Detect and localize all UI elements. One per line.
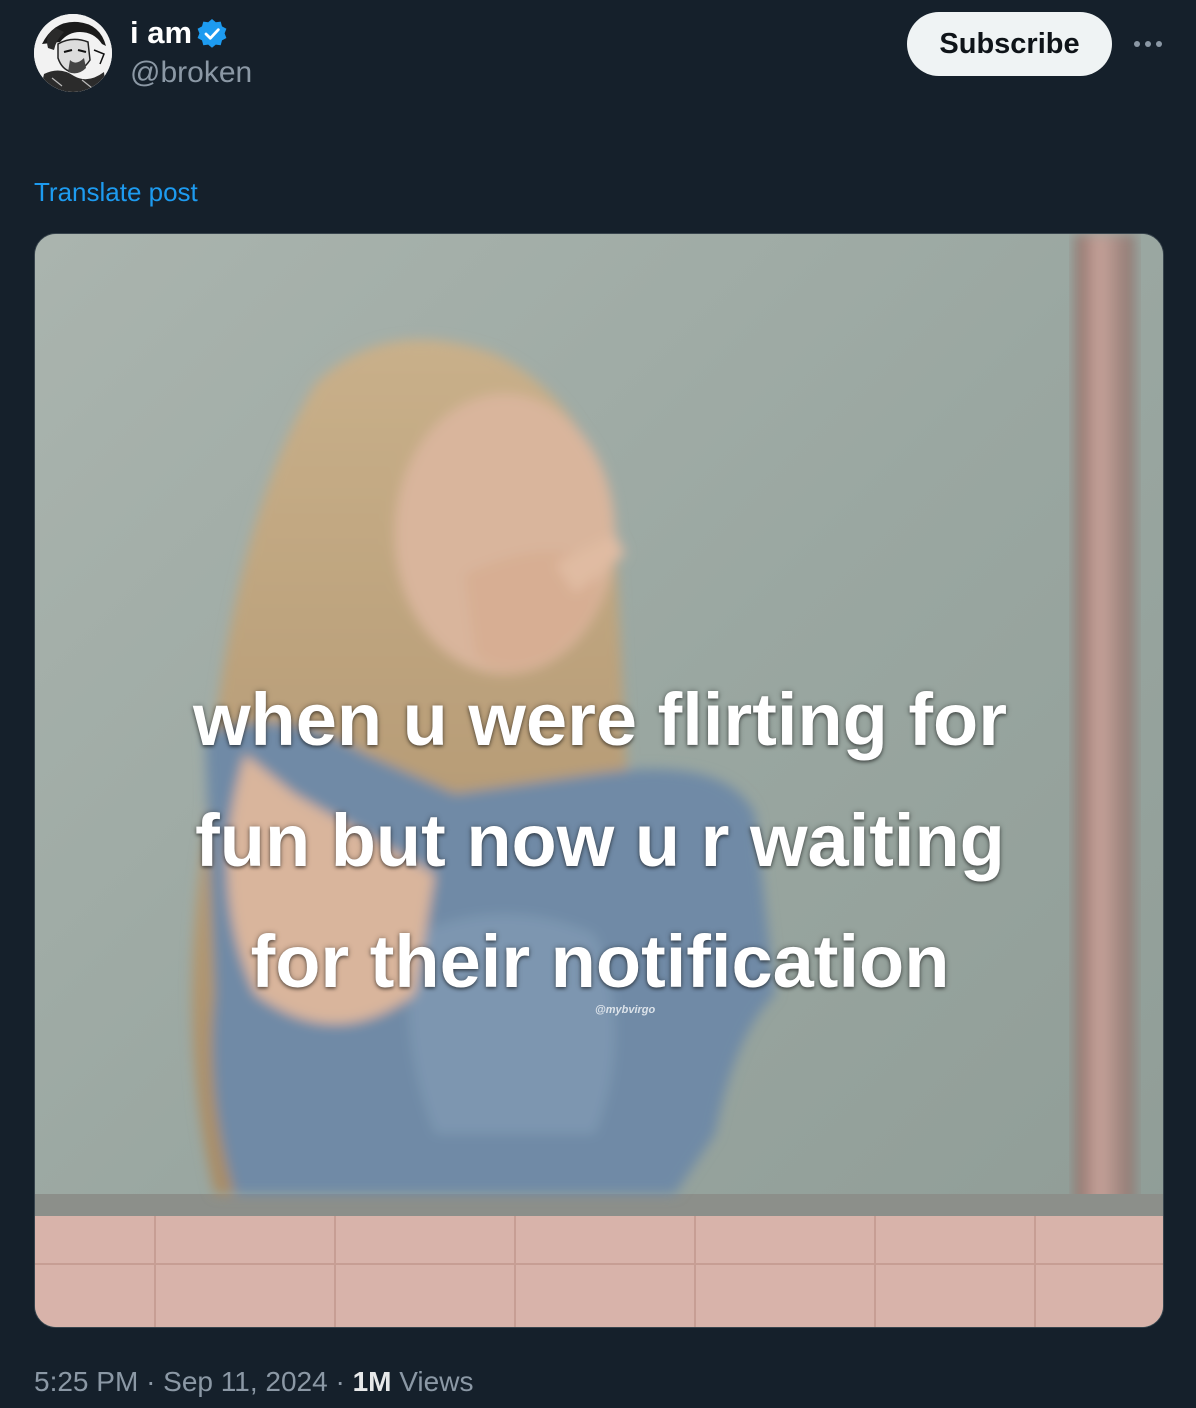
views-label[interactable]: Views xyxy=(399,1366,473,1397)
post-meta: 5:25 PM · Sep 11, 2024 · 1M Views xyxy=(34,1365,473,1399)
meta-separator: · xyxy=(146,1366,156,1397)
image-watermark: @mybvirgo xyxy=(595,1004,656,1016)
tweet-detail: i am @broken Subscribe Translate post wh… xyxy=(0,0,1196,1408)
meme-caption: when u were flirting for fun but now u r… xyxy=(35,659,1163,1022)
views-count[interactable]: 1M xyxy=(353,1366,392,1397)
post-time[interactable]: 5:25 PM xyxy=(34,1366,138,1397)
meta-separator: · xyxy=(335,1366,345,1397)
more-options-icon[interactable] xyxy=(1128,26,1168,62)
display-name[interactable]: i am xyxy=(130,16,192,50)
user-handle[interactable]: @broken xyxy=(130,56,252,90)
meme-caption-line: when u were flirting for xyxy=(192,678,1008,761)
subscribe-button[interactable]: Subscribe xyxy=(907,12,1112,76)
avatar[interactable] xyxy=(34,14,112,92)
post-date[interactable]: Sep 11, 2024 xyxy=(163,1366,328,1397)
translate-post-link[interactable]: Translate post xyxy=(34,176,198,208)
post-image[interactable]: when u were flirting for fun but now u r… xyxy=(34,233,1164,1328)
meme-caption-line: fun but now u r waiting xyxy=(195,799,1005,882)
verified-badge-icon[interactable] xyxy=(196,18,228,50)
